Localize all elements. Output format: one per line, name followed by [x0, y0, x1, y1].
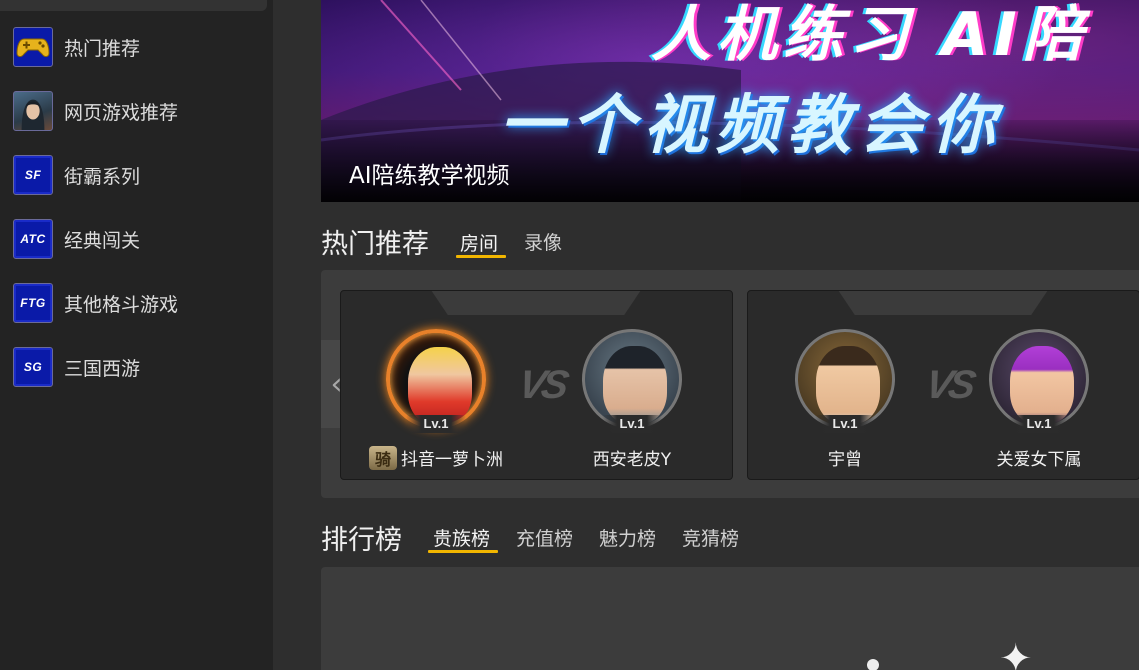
player-name-text: 关爱女下属: [996, 450, 1082, 470]
rooms-carousel: ‹ Lv.1 骑 抖音一萝卜洲 VS Lv.1 西安老皮Y Lv.1 宇曾 VS…: [321, 270, 1139, 498]
sidebar-item-street-fighter[interactable]: SF 街霸系列: [0, 143, 273, 207]
sidebar-item-label: 三国西游: [64, 357, 141, 380]
sidebar-top-bar[interactable]: [0, 0, 267, 11]
promo-banner[interactable]: 人机练习 AI陪 一个视频教会你 AI陪练教学视频: [321, 0, 1139, 202]
player-name-text: 宇曾: [828, 450, 862, 470]
sidebar-item-web-games[interactable]: 网页游戏推荐: [0, 79, 273, 143]
tab-charm-ranking[interactable]: 魅力榜: [599, 524, 656, 551]
main-content: 人机练习 AI陪 一个视频教会你 AI陪练教学视频 热门推荐 房间 录像 ‹ L…: [273, 0, 1139, 670]
sidebar-item-other-fighting[interactable]: FTG 其他格斗游戏: [0, 271, 273, 335]
player-name-text: 西安老皮Y: [592, 450, 672, 470]
sf-badge-icon: SF: [13, 155, 53, 195]
sidebar-item-hot[interactable]: 热门推荐: [0, 15, 273, 79]
player-name-text: 抖音一萝卜洲: [401, 450, 503, 470]
level-badge: Lv.1: [815, 415, 875, 433]
sidebar-item-label: 热门推荐: [64, 37, 141, 60]
room-card-notch: [431, 291, 641, 315]
level-badge: Lv.1: [602, 415, 662, 433]
knight-rank-icon: 骑: [369, 445, 397, 470]
sidebar-item-label: 网页游戏推荐: [64, 101, 179, 124]
room-player[interactable]: Lv.1 宇曾: [790, 329, 900, 479]
hot-section-title: 热门推荐: [321, 229, 429, 260]
room-card[interactable]: Lv.1 宇曾 VS Lv.1 关爱女下属: [747, 290, 1139, 480]
tab-active-indicator: [456, 255, 506, 258]
sidebar-item-label: 其他格斗游戏: [64, 293, 179, 316]
room-player[interactable]: Lv.1 关爱女下属: [984, 329, 1094, 479]
ftg-badge-icon: FTG: [13, 283, 53, 323]
sidebar: 热门推荐 网页游戏推荐 SF 街霸系列 ATC 经典闯关 FTG 其他格斗游戏 …: [0, 0, 273, 670]
tab-nobility-ranking[interactable]: 贵族榜: [433, 524, 490, 551]
sparkle-icon: ✦: [999, 636, 1033, 670]
fire-frame-avatar: [386, 329, 486, 429]
vs-icon: VS: [922, 363, 976, 407]
fighter-avatar: [582, 329, 682, 429]
level-badge: Lv.1: [406, 415, 466, 433]
room-card-notch: [838, 291, 1048, 315]
atc-badge-icon: ATC: [13, 219, 53, 259]
room-card[interactable]: Lv.1 骑 抖音一萝卜洲 VS Lv.1 西安老皮Y: [340, 290, 733, 480]
player-name: 关爱女下属: [997, 445, 1082, 470]
purple-hair-avatar: [989, 329, 1089, 429]
sidebar-item-classic-stages[interactable]: ATC 经典闯关: [0, 207, 273, 271]
sidebar-item-three-kingdoms[interactable]: SG 三国西游: [0, 335, 273, 399]
banner-subheadline: 一个视频教会你: [499, 89, 1003, 163]
player-name: 西安老皮Y: [593, 445, 671, 470]
gamepad-icon: [13, 27, 53, 67]
sg-badge-icon: SG: [13, 347, 53, 387]
banner-caption: AI陪练教学视频: [349, 163, 510, 189]
decorative-dot: [867, 659, 879, 670]
banner-headline: 人机练习 AI陪: [651, 0, 1089, 70]
tab-recharge-ranking[interactable]: 充值榜: [516, 524, 573, 551]
game-avatar-icon: [13, 91, 53, 131]
ranking-section-title: 排行榜: [321, 525, 402, 556]
room-player[interactable]: Lv.1 西安老皮Y: [577, 329, 687, 479]
room-player[interactable]: Lv.1 骑 抖音一萝卜洲: [369, 329, 503, 479]
sidebar-item-label: 经典闯关: [64, 229, 141, 252]
vs-icon: VS: [515, 363, 569, 407]
tab-active-indicator: [428, 550, 498, 553]
ranking-panel: ✦: [321, 567, 1139, 670]
tab-rooms[interactable]: 房间: [460, 229, 498, 256]
tab-recordings[interactable]: 录像: [524, 228, 562, 255]
sidebar-item-label: 街霸系列: [64, 165, 141, 188]
player-name: 宇曾: [828, 445, 862, 470]
tab-guess-ranking[interactable]: 竞猜榜: [682, 524, 739, 551]
smiling-man-avatar: [795, 329, 895, 429]
player-name: 骑 抖音一萝卜洲: [369, 445, 503, 470]
level-badge: Lv.1: [1009, 415, 1069, 433]
